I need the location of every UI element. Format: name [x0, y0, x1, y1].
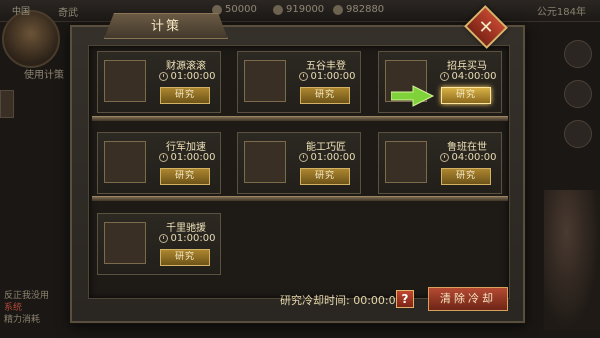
tech-duration: 01:00:00	[154, 71, 220, 82]
clock-icon	[298, 72, 308, 81]
tech-duration: 01:00:00	[294, 152, 360, 163]
game-year: 公元184年	[536, 7, 586, 18]
tech-card-luban: 鲁班在世 04:00:00 研究	[378, 132, 502, 194]
research-button[interactable]: 研究	[160, 168, 210, 185]
clock-icon	[439, 72, 449, 81]
right-side-menu	[564, 40, 594, 160]
resource-food: 919000	[273, 4, 324, 15]
food-icon	[273, 4, 283, 15]
craftsman-icon	[244, 141, 286, 183]
player-avatar[interactable]	[2, 10, 60, 68]
tech-name: 招兵买马	[447, 61, 487, 72]
menu-circle-icon[interactable]	[564, 120, 592, 148]
rescue-icon	[104, 222, 146, 264]
march-army-icon	[104, 141, 146, 183]
clock-icon	[158, 153, 168, 162]
menu-circle-icon[interactable]	[564, 40, 592, 68]
wood-icon	[333, 4, 343, 15]
resource-wood: 982880	[333, 4, 384, 15]
tech-duration: 04:00:00	[435, 152, 501, 163]
clock-icon	[439, 153, 449, 162]
player-country-label: 中国	[12, 7, 31, 17]
tech-name: 能工巧匠	[306, 142, 346, 153]
tech-name: 五谷丰登	[306, 61, 346, 72]
tech-card-wealth: 财源滚滚 01:00:00 研究	[97, 51, 221, 113]
research-button[interactable]: 研究	[160, 87, 210, 104]
chat-line: 精力消耗	[4, 315, 41, 325]
left-side-tab[interactable]	[0, 90, 14, 118]
tech-card-rescue: 千里驰援 01:00:00 研究	[97, 213, 221, 275]
chat-preview[interactable]: 反正我没用 系统 精力消耗	[4, 290, 74, 334]
tech-card-march: 行军加速 01:00:00 研究	[97, 132, 221, 194]
menu-circle-icon[interactable]	[564, 80, 592, 108]
cooldown-label: 研究冷却时间:	[280, 294, 350, 307]
tech-name: 行军加速	[166, 142, 206, 153]
research-button[interactable]: 研究	[441, 87, 491, 104]
clock-icon	[298, 153, 308, 162]
chat-line: 反正我没用	[4, 291, 50, 301]
gold-treasure-icon	[104, 60, 146, 102]
research-button[interactable]: 研究	[300, 168, 350, 185]
clock-icon	[158, 234, 168, 243]
dialog-title: 计策	[104, 13, 228, 39]
chat-line: 系统	[4, 303, 23, 313]
tech-name: 千里驰援	[166, 223, 206, 234]
advisor-portrait	[544, 190, 600, 330]
shelf-divider	[92, 196, 508, 201]
tech-duration: 01:00:00	[154, 233, 220, 244]
research-button[interactable]: 研究	[300, 87, 350, 104]
close-x-icon: ✕	[478, 16, 494, 38]
tutorial-arrow-icon	[391, 85, 435, 107]
tech-card-craftsman: 能工巧匠 01:00:00 研究	[237, 132, 361, 194]
cooldown-display: 研究冷却时间: 00:00:00	[280, 292, 403, 308]
help-button[interactable]: ?	[396, 290, 414, 308]
tech-duration: 01:00:00	[154, 152, 220, 163]
clear-cooldown-button[interactable]: 清除冷却	[428, 287, 508, 311]
research-button[interactable]: 研究	[441, 168, 491, 185]
workshop-icon	[385, 141, 427, 183]
research-button[interactable]: 研究	[160, 249, 210, 266]
shelf-divider	[92, 116, 508, 121]
tech-duration: 04:00:00	[435, 71, 501, 82]
grain-sack-icon	[244, 60, 286, 102]
clock-icon	[158, 72, 168, 81]
tech-card-harvest: 五谷丰登 01:00:00 研究	[237, 51, 361, 113]
resource-label: 奇武	[58, 8, 78, 19]
tech-duration: 01:00:00	[294, 71, 360, 82]
resource-silver: 50000	[212, 4, 257, 15]
tech-name: 鲁班在世	[447, 142, 487, 153]
tech-name: 财源滚滚	[166, 61, 206, 72]
use-strategy-button[interactable]: 使用计策	[24, 66, 64, 81]
